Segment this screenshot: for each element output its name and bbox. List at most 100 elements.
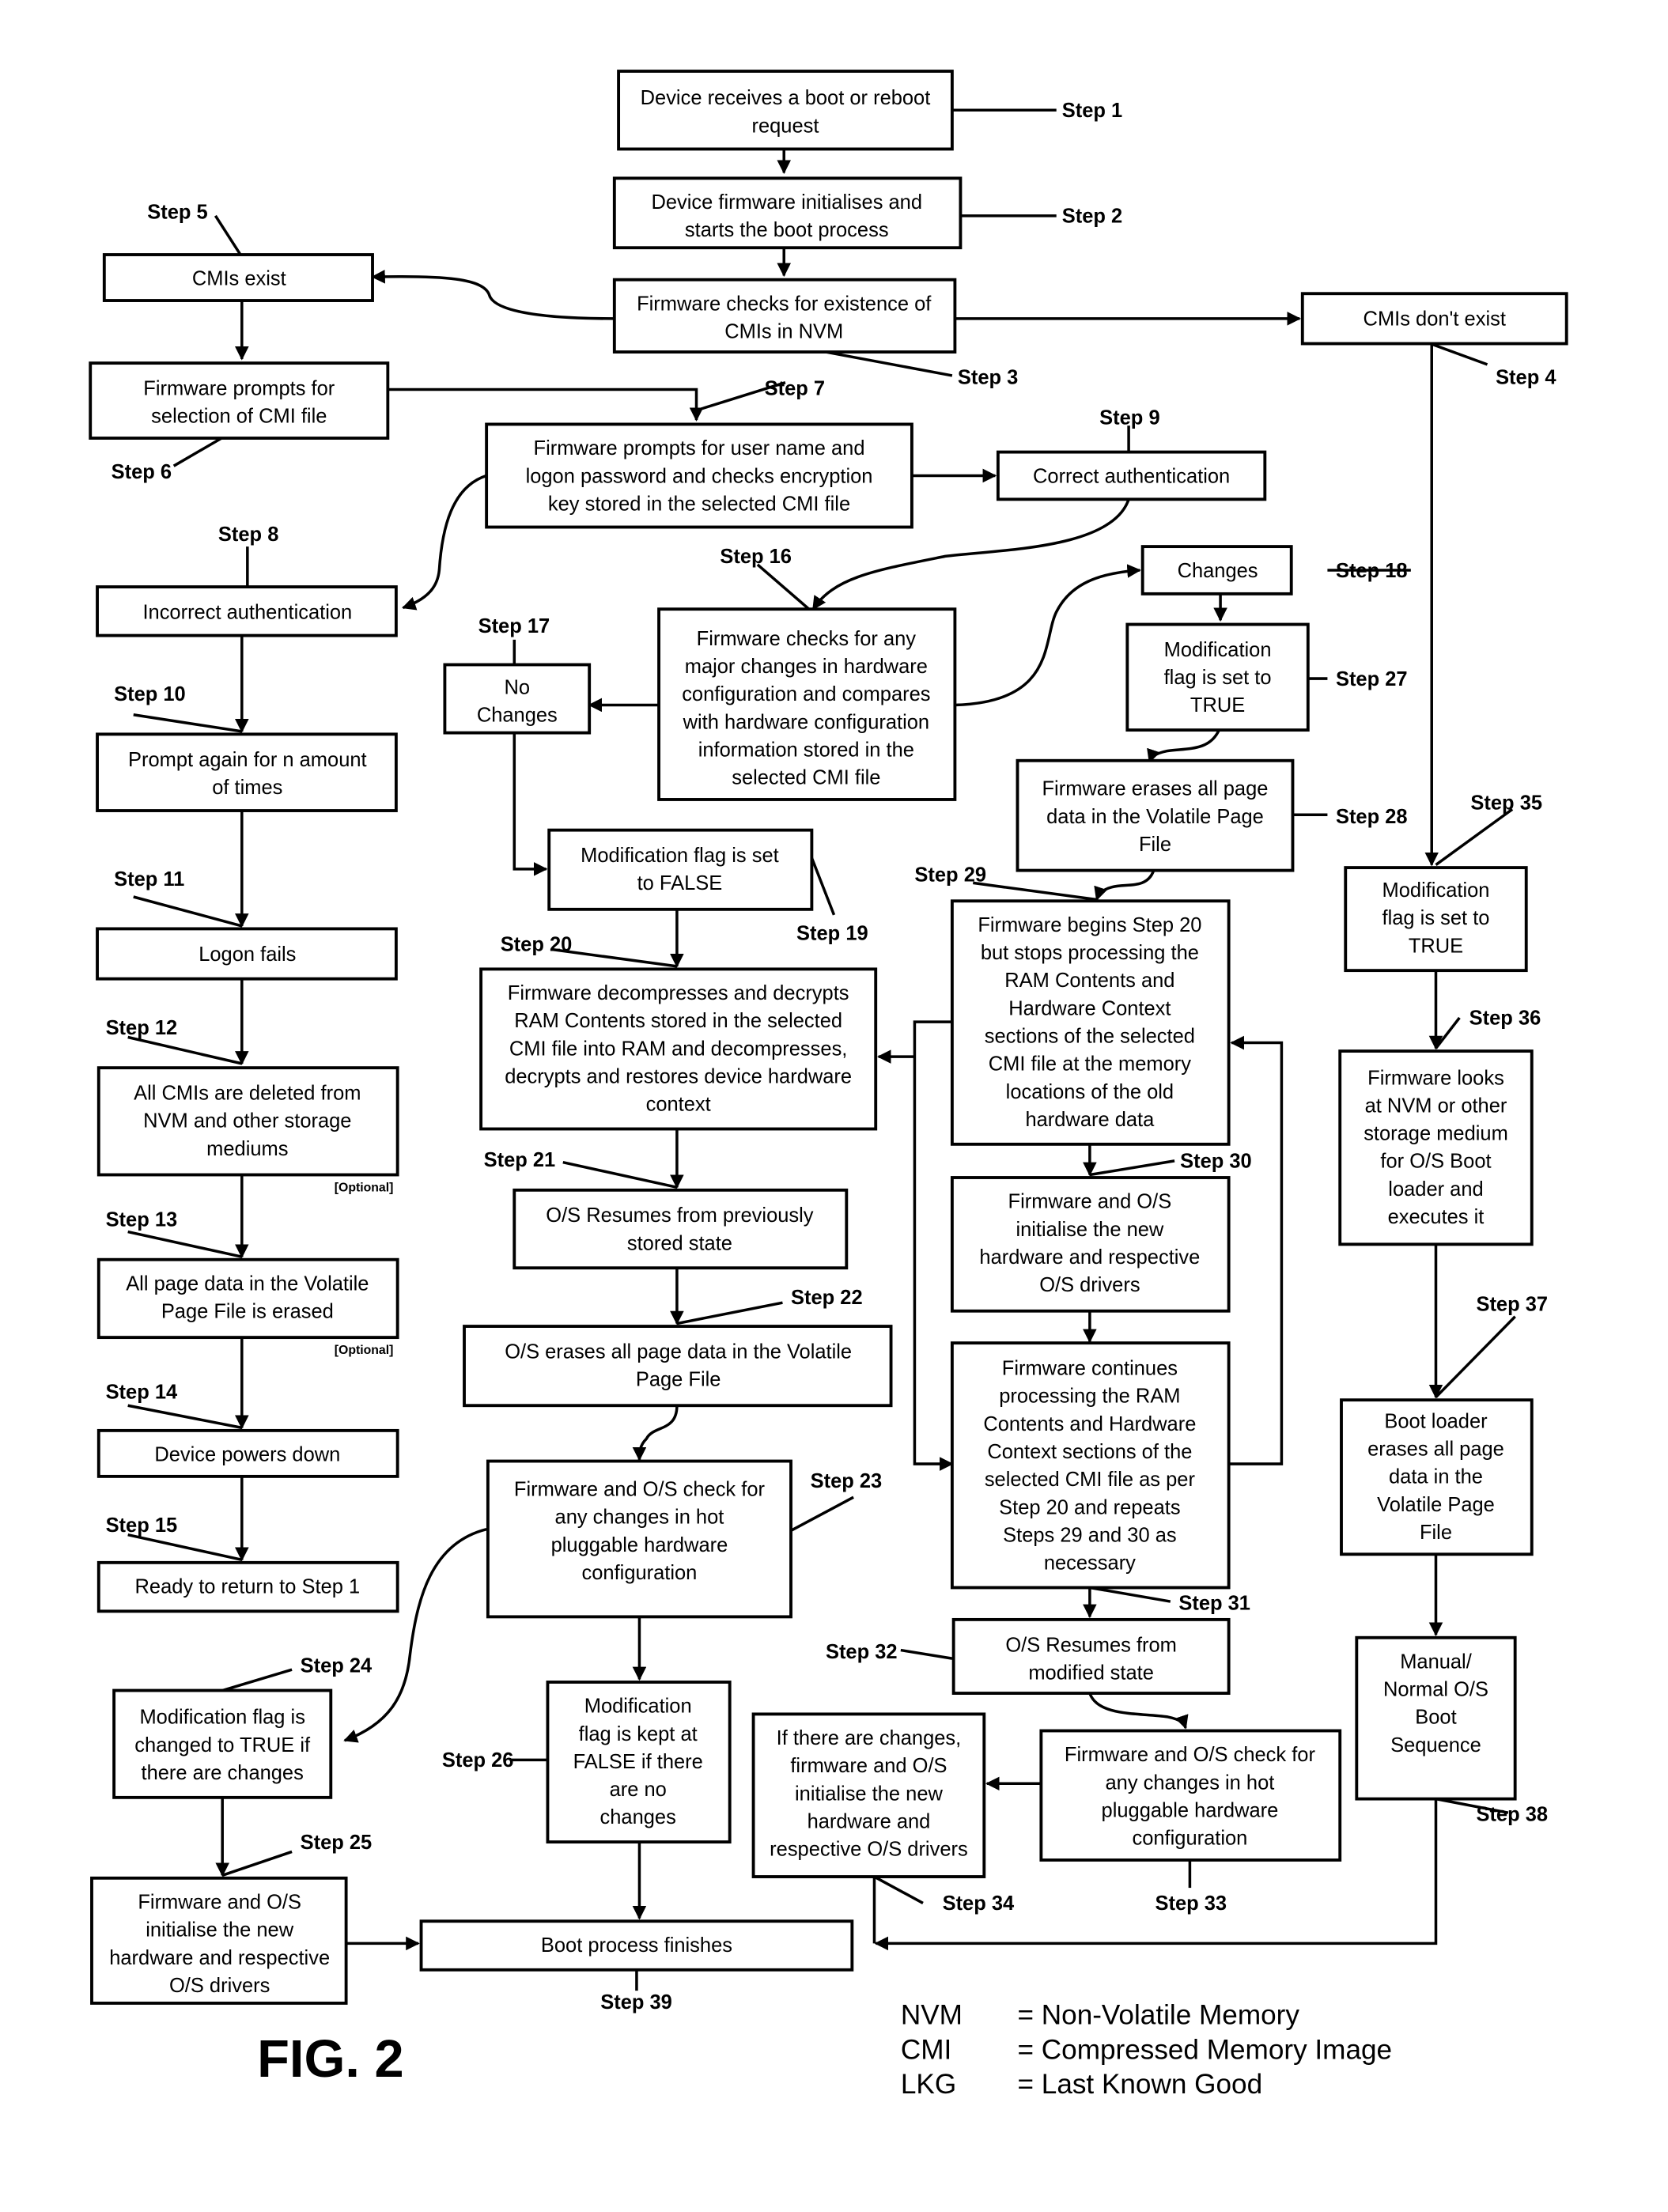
box-step-17: No Changes (443, 663, 592, 735)
box-step-26: Modification flag is kept at FALSE if ther… (546, 1681, 732, 1844)
box-step-30: Firmware and O/S initialise the new hardwa… (950, 1176, 1231, 1313)
step-label: Step 15 (106, 1514, 178, 1537)
box-step-20: Firmware decompresses and decrypts RAM Co… (479, 967, 878, 1131)
step-label: Step 27 (1336, 668, 1408, 690)
box-step-37: Boot loader erases all page data in the Vol… (1340, 1398, 1534, 1556)
svg-text:Changes: Changes (1178, 560, 1258, 582)
box-step-39: Boot process finishes (419, 1919, 854, 1972)
box-step-28: Firmware erases all page data in the Vola… (1016, 758, 1295, 872)
legend-abbr: CMI (901, 2034, 951, 2065)
box-step-29: Firmware begins Step 20 but stops process… (950, 899, 1231, 1146)
box-step-12: All CMIs are deleted from NVM and other s… (96, 1066, 399, 1177)
step-label: Step 7 (765, 378, 825, 400)
box-step-4: CMIs don't exist (1300, 292, 1568, 346)
legend-meaning: = Compressed Memory Image (1017, 2034, 1392, 2065)
optional-note-step-13: [Optional] (335, 1344, 394, 1357)
flowchart: Device receives a boot or reboot request … (89, 70, 1568, 2100)
box-step-5: CMIs exist (102, 253, 374, 302)
box-step-18: Changes (1140, 545, 1293, 596)
step-label: Step 34 (943, 1892, 1015, 1915)
box-step-22: O/S erases all page data in the Volatile… (463, 1325, 893, 1408)
step-label: Step 16 (720, 546, 792, 568)
box-step-21: O/S Resumes from previously stored state (513, 1188, 849, 1270)
step-label: Step 39 (600, 1991, 672, 2013)
step-label: Step 32 (826, 1641, 898, 1663)
box-step-36: Firmware looks at NVM or other storage med… (1338, 1049, 1534, 1246)
optional-note-step-12: [Optional] (335, 1182, 394, 1195)
step-label: Step 9 (1099, 406, 1159, 429)
box-step-11: Logon fails (96, 927, 398, 981)
step-label: Step 11 (114, 868, 184, 890)
step-label: Step 35 (1470, 792, 1542, 814)
box-step-24: Modification flag is changed to TRUE if th… (112, 1688, 333, 1799)
box-step-16: Firmware checks for any major changes in … (657, 607, 957, 801)
step-label: Step 22 (791, 1287, 863, 1309)
step-label: Step 5 (147, 201, 207, 223)
step-label: Step 25 (301, 1832, 373, 1854)
step-label: Step 28 (1336, 806, 1408, 828)
step-label: Step 6 (112, 461, 172, 483)
step-label: Step 17 (478, 615, 550, 637)
step-label: Step 21 (484, 1149, 556, 1171)
step-label: Step 8 (218, 524, 278, 546)
box-step-7: Firmware prompts for user name and logon … (485, 422, 913, 529)
step-label: Step 30 (1180, 1151, 1252, 1173)
svg-text:Device powers down: Device powers down (154, 1444, 340, 1466)
legend-abbr: LKG (901, 2069, 956, 2100)
box-step-38: Manual/Normal O/S Boot Sequence (1355, 1635, 1517, 1801)
svg-text:Logon fails: Logon fails (199, 943, 296, 966)
svg-text:Boot process finishes: Boot process finishes (541, 1934, 732, 1957)
step-label: Step 1 (1062, 100, 1122, 122)
box-step-15: Ready to return to Step 1 (96, 1560, 399, 1613)
step-label: Step 36 (1469, 1008, 1541, 1030)
box-step-25: Firmware and O/S initialise the new hardwa… (90, 1876, 348, 2005)
box-step-6: Firmware prompts for selection of CMI fil… (89, 361, 390, 440)
svg-text:CMIs exist: CMIs exist (192, 268, 286, 290)
box-step-34: If there are changes, firmware and O/S ini… (751, 1712, 986, 1878)
box-step-32: O/S Resumes from modified state (951, 1617, 1231, 1695)
step-label: Step 10 (114, 683, 186, 705)
legend-meaning: = Non-Volatile Memory (1017, 1999, 1299, 2030)
box-step-19: Modification flag is set to FALSE (547, 828, 814, 911)
box-step-8: Incorrect authentication (96, 585, 398, 637)
box-step-31: Firmware continues processing the RAM Cont… (950, 1341, 1231, 1590)
svg-text:Correct authentication: Correct authentication (1033, 465, 1230, 487)
step-label: Step 26 (442, 1749, 514, 1771)
legend-meaning: = Last Known Good (1017, 2069, 1262, 2100)
box-step-35: Modification flag is set to TRUE (1344, 866, 1528, 973)
svg-text:Modification flag ischanged to: Modification flag is changed to TRUE if th… (134, 1707, 311, 1784)
step-label: Step 14 (106, 1381, 178, 1403)
step-label: Step 2 (1062, 206, 1122, 228)
step-label: Step 20 (501, 934, 573, 956)
step-label: Step 23 (811, 1470, 883, 1492)
step-label: Step 3 (958, 366, 1018, 388)
box-step-13: All page data in the Volatile Page File i… (96, 1257, 399, 1340)
step-label: Step 19 (796, 922, 868, 944)
step-label: Step 31 (1178, 1593, 1250, 1615)
svg-text:CMIs don't exist: CMIs don't exist (1364, 308, 1506, 331)
svg-text:Incorrect authentication: Incorrect authentication (142, 601, 352, 623)
figure-label: FIG. 2 (257, 2030, 404, 2089)
svg-text:Firmware prompts for user name: Firmware prompts for user name and logon … (526, 437, 873, 515)
box-step-3: Firmware checks for existence of CMIs in … (612, 278, 957, 354)
box-step-27: Modification flag is set to TRUE (1125, 622, 1310, 732)
box-step-10: Prompt again for n amount of times (96, 732, 398, 812)
step-label: Step 33 (1155, 1892, 1227, 1915)
legend: NVM = Non-Volatile Memory CMI = Compress… (901, 1999, 1392, 2100)
step-label: Step 24 (301, 1655, 373, 1677)
box-step-1: Device receives a boot or reboot request (617, 70, 954, 151)
svg-text:Ready to return to Step 1: Ready to return to Step 1 (135, 1576, 361, 1598)
step-label: Step 13 (106, 1209, 178, 1231)
box-step-23: Firmware and O/S check for any changes in… (486, 1459, 792, 1619)
step-label: Step 29 (914, 864, 986, 887)
box-step-2: Device firmware initialises and starts th… (612, 176, 963, 250)
step-label: Step 38 (1476, 1804, 1548, 1826)
legend-abbr: NVM (901, 1999, 963, 2030)
box-step-33: Firmware and O/S check for any changes in… (1039, 1729, 1342, 1862)
step-label: Step 37 (1476, 1294, 1548, 1316)
box-step-14: Device powers down (96, 1428, 399, 1478)
step-label: Step 4 (1496, 366, 1556, 388)
step-label: Step 12 (106, 1017, 178, 1039)
svg-text:If there are changes,firmware: If there are changes, firmware and O/S ini… (770, 1727, 968, 1861)
step-label: Step 18 (1336, 560, 1408, 582)
